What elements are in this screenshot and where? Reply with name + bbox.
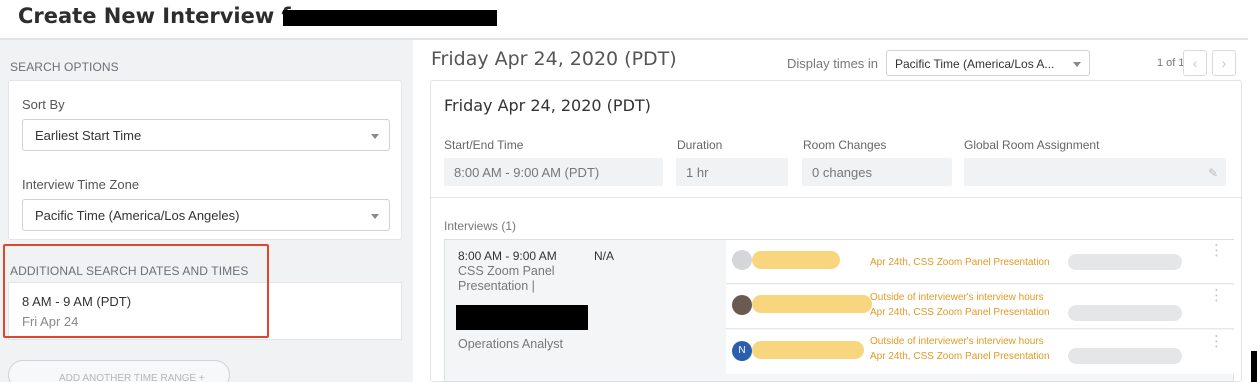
chevron-left-icon: ‹ <box>1192 55 1198 71</box>
redacted-interview-detail <box>456 305 588 330</box>
redacted-pill <box>1068 348 1182 364</box>
interview-time: 8:00 AM - 9:00 AM <box>458 249 557 263</box>
more-options-icon[interactable]: ⋮ <box>1209 288 1224 303</box>
outside-hours-note: Outside of interviewer's interview hours <box>870 336 1044 347</box>
display-timezone-value: Pacific Time (America/Los A... <box>895 57 1055 71</box>
plus-icon: + <box>198 373 205 382</box>
card-divider <box>430 197 1242 198</box>
chevron-down-icon <box>1073 62 1081 67</box>
sort-by-value: Earliest Start Time <box>35 128 142 143</box>
timezone-select[interactable]: Pacific Time (America/Los Angeles) <box>22 199 390 231</box>
room-changes-label: Room Changes <box>803 138 887 152</box>
avatar <box>732 250 752 270</box>
redacted-interviewer-name <box>752 251 840 269</box>
interview-title: CSS Zoom Panel Presentation | <box>458 264 555 293</box>
start-end-label: Start/End Time <box>444 138 524 152</box>
sort-by-label: Sort By <box>22 97 65 112</box>
global-room-field[interactable] <box>964 158 1226 186</box>
timezone-value: Pacific Time (America/Los Angeles) <box>35 208 240 223</box>
display-times-label: Display times in <box>787 56 879 71</box>
interviews-count-label: Interviews (1) <box>444 219 517 233</box>
chevron-down-icon <box>371 214 379 219</box>
card-date: Friday Apr 24, 2020 (PDT) <box>444 96 651 115</box>
redaction-bar <box>1251 351 1257 382</box>
conflict-note: Apr 24th, CSS Zoom Panel Presentation <box>870 351 1050 362</box>
redacted-candidate-name <box>283 10 497 26</box>
search-options-label: SEARCH OPTIONS <box>10 60 119 74</box>
prev-page-button[interactable]: ‹ <box>1183 50 1207 76</box>
sort-by-select[interactable]: Earliest Start Time <box>22 119 390 151</box>
date-heading: Friday Apr 24, 2020 (PDT) <box>431 48 677 70</box>
duration-field: 1 hr <box>676 158 788 186</box>
conflict-note: Apr 24th, CSS Zoom Panel Presentation <box>870 307 1050 318</box>
duration-label: Duration <box>677 138 723 152</box>
pencil-icon[interactable]: ✎ <box>1208 166 1218 180</box>
chevron-down-icon <box>371 134 379 139</box>
pager-text: 1 of 1 <box>1157 57 1185 69</box>
conflict-note: Apr 24th, CSS Zoom Panel Presentation <box>870 257 1050 268</box>
outside-hours-note: Outside of interviewer's interview hours <box>870 292 1044 303</box>
interview-role: Operations Analyst <box>458 337 563 351</box>
redacted-pill <box>1068 254 1182 270</box>
next-page-button[interactable]: › <box>1212 50 1236 76</box>
redacted-interviewer-name <box>752 341 864 359</box>
start-end-field: 8:00 AM - 9:00 AM (PDT) <box>444 158 663 186</box>
avatar: N <box>732 341 752 361</box>
redacted-interviewer-name <box>752 295 872 313</box>
chevron-right-icon: › <box>1221 55 1227 71</box>
highlight-box <box>3 244 269 338</box>
add-time-range-label: ADD ANOTHER TIME RANGE <box>59 373 197 382</box>
global-room-label: Global Room Assignment <box>964 138 1100 152</box>
display-timezone-select[interactable]: Pacific Time (America/Los A... <box>886 50 1090 76</box>
timezone-label: Interview Time Zone <box>22 177 140 192</box>
more-options-icon[interactable]: ⋮ <box>1209 334 1224 349</box>
page-title: Create New Interview for <box>18 4 316 28</box>
room-changes-field: 0 changes <box>802 158 952 186</box>
redacted-pill <box>1068 305 1182 321</box>
more-options-icon[interactable]: ⋮ <box>1209 243 1224 258</box>
interview-location: N/A <box>594 249 615 263</box>
add-time-range-button[interactable]: ADD ANOTHER TIME RANGE + <box>8 360 230 382</box>
avatar <box>732 295 752 315</box>
